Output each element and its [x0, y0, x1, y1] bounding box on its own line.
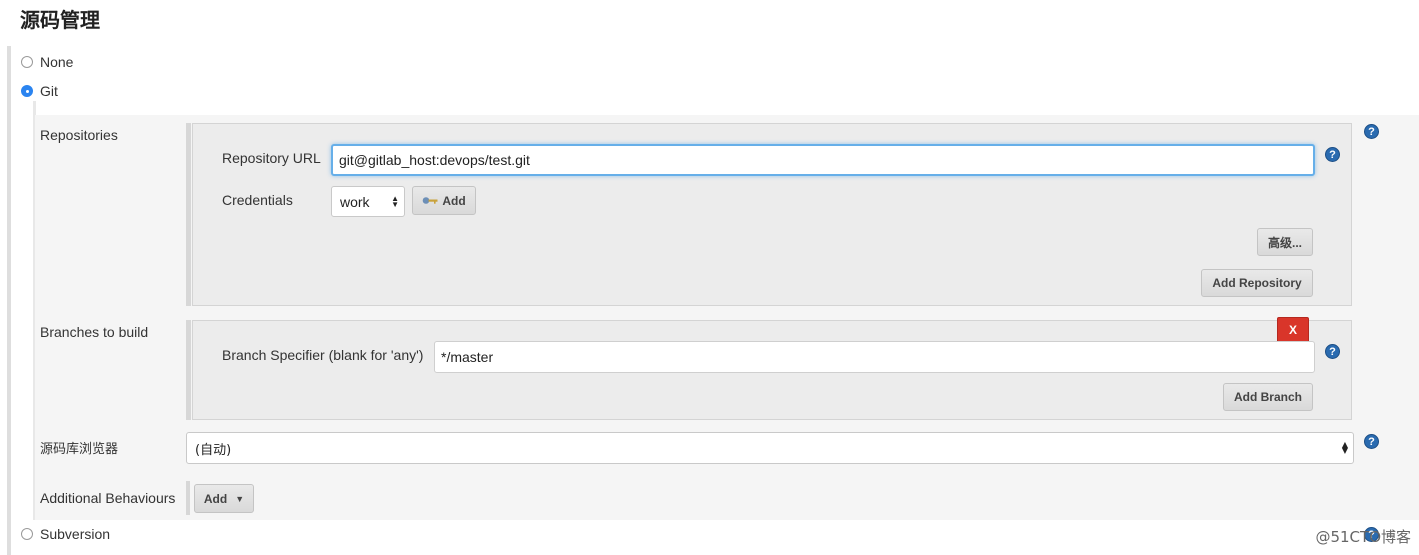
- add-branch-button[interactable]: Add Branch: [1223, 383, 1313, 411]
- caret-down-icon: ▼: [235, 493, 245, 504]
- radio-option-none[interactable]: None: [21, 54, 73, 70]
- repo-browser-selected: (自动): [195, 442, 232, 458]
- repositories-label: Repositories: [40, 127, 118, 143]
- delete-branch-button[interactable]: X: [1277, 317, 1309, 343]
- repository-url-value: git@gitlab_host:devops/test.git: [339, 152, 530, 168]
- radio-git-label: Git: [40, 83, 58, 99]
- radio-subversion[interactable]: [21, 528, 33, 540]
- select-arrows-icon: ▲ ▼: [1341, 440, 1348, 455]
- branch-specifier-input[interactable]: */master: [434, 341, 1315, 373]
- radio-option-git[interactable]: Git: [21, 83, 58, 99]
- add-behaviour-button[interactable]: Add ▼: [194, 484, 254, 513]
- add-credentials-label: Add: [442, 193, 466, 208]
- additional-behaviours-label: Additional Behaviours: [40, 490, 176, 506]
- repository-url-help-icon[interactable]: ?: [1325, 147, 1340, 162]
- branch-specifier-help-icon[interactable]: ?: [1325, 344, 1340, 359]
- radio-subversion-label: Subversion: [40, 526, 111, 542]
- radio-option-subversion[interactable]: Subversion: [21, 526, 110, 542]
- radio-none-label: None: [40, 54, 74, 70]
- credentials-label: Credentials: [222, 192, 293, 208]
- repositories-panel-bar: [186, 123, 191, 306]
- watermark: @51CTO博客: [1315, 528, 1411, 546]
- radio-git[interactable]: [21, 85, 33, 97]
- radio-none[interactable]: [21, 56, 33, 68]
- branch-specifier-label: Branch Specifier (blank for 'any'): [222, 347, 424, 363]
- key-icon: [423, 197, 438, 204]
- repo-browser-help-icon[interactable]: ?: [1364, 434, 1379, 449]
- credentials-selected: work: [340, 193, 370, 210]
- repo-browser-select[interactable]: (自动) ▲ ▼: [186, 432, 1354, 464]
- add-credentials-button[interactable]: Add: [412, 186, 476, 215]
- branch-specifier-value: */master: [441, 349, 494, 365]
- repository-url-label: Repository URL: [222, 150, 321, 166]
- repo-browser-label: 源码库浏览器: [40, 442, 119, 457]
- branches-panel-bar: [186, 320, 191, 420]
- repository-url-input[interactable]: git@gitlab_host:devops/test.git: [331, 144, 1315, 176]
- additional-behaviours-bar: [186, 481, 190, 515]
- credentials-select[interactable]: work ▲ ▼: [331, 186, 405, 217]
- branches-label: Branches to build: [40, 324, 149, 340]
- page-title: 源码管理: [20, 8, 100, 32]
- repositories-help-icon[interactable]: ?: [1364, 124, 1379, 139]
- section-left-border: [7, 46, 11, 555]
- add-repository-button[interactable]: Add Repository: [1201, 269, 1313, 297]
- select-arrows-icon: ▲ ▼: [391, 193, 399, 209]
- advanced-button[interactable]: 高级...: [1257, 228, 1313, 256]
